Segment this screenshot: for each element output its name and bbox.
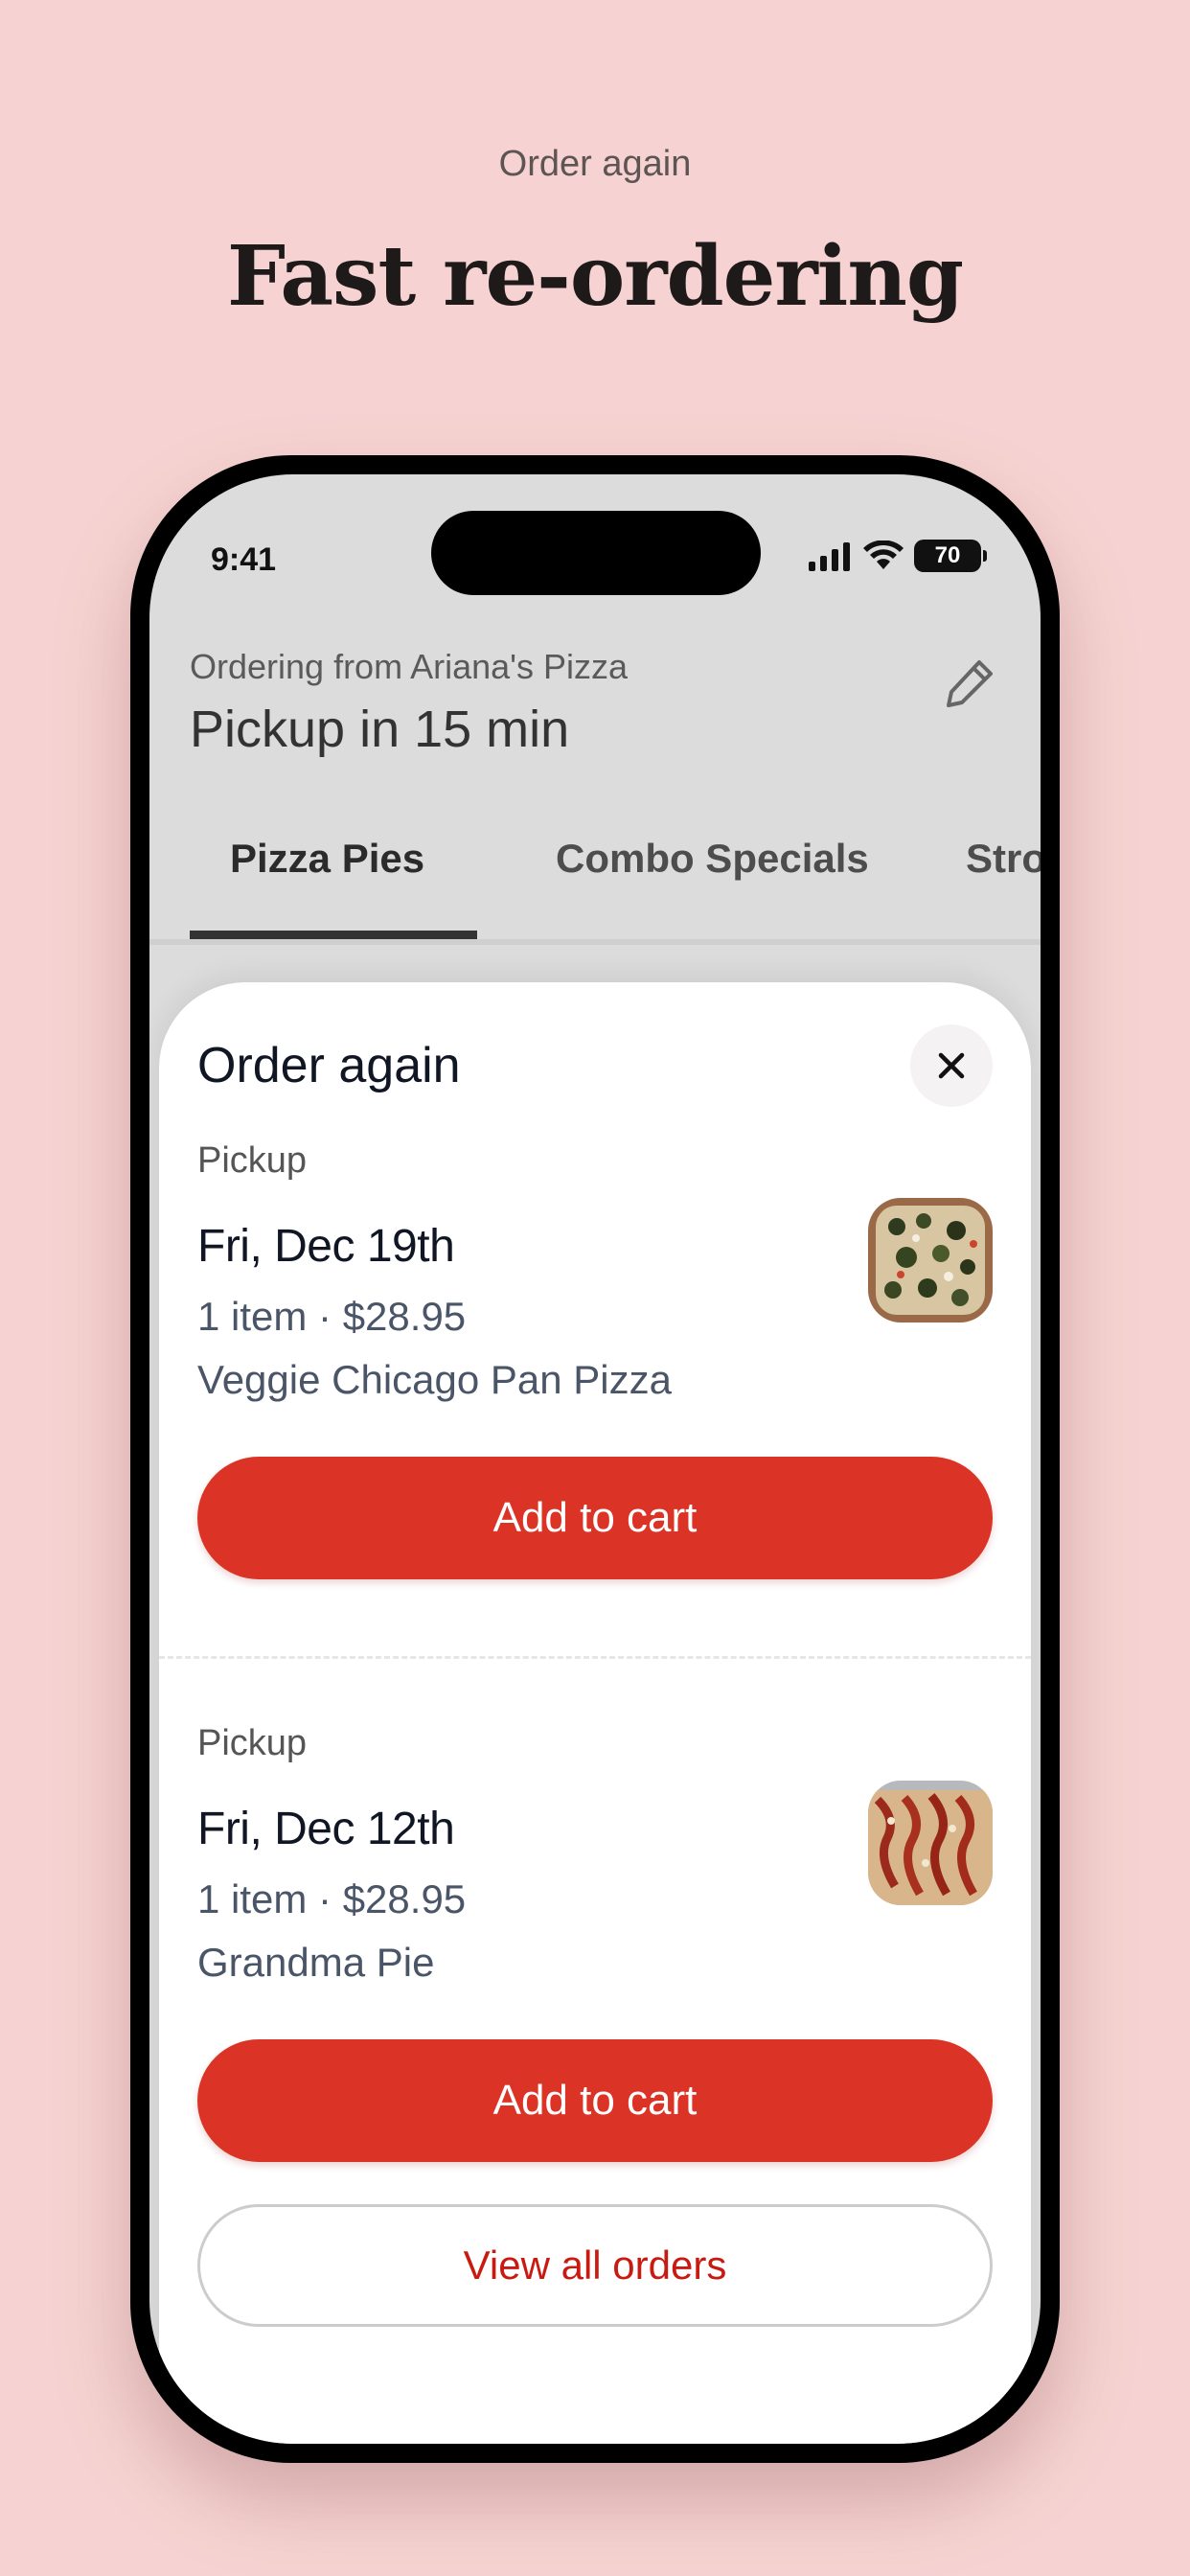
pizza-thumbnail	[868, 1198, 993, 1322]
status-time: 9:41	[211, 541, 277, 578]
dynamic-island	[431, 511, 761, 595]
category-tabs: Pizza Pies Combo Specials Strom	[190, 819, 1041, 934]
status-icons: 70	[807, 540, 987, 572]
phone-screen: 9:41 70 Ordering from Ariana's Pizza Pic…	[149, 474, 1041, 2444]
promo-page: Order again Fast re-ordering 9:41 70 Ord…	[0, 0, 1190, 2576]
close-button[interactable]	[910, 1024, 993, 1107]
add-to-cart-button[interactable]: Add to cart	[197, 1457, 993, 1579]
tab-combo-specials[interactable]: Combo Specials	[556, 819, 869, 934]
tabs-divider	[149, 939, 1041, 945]
signal-icon	[809, 542, 850, 571]
order-date: Fri, Dec 19th	[197, 1221, 455, 1272]
pencil-icon[interactable]	[941, 655, 998, 712]
order-type: Pickup	[197, 1723, 308, 1763]
promo-eyebrow: Order again	[498, 144, 692, 184]
order-item-name: Grandma Pie	[197, 1940, 435, 1985]
phone-frame: 9:41 70 Ordering from Ariana's Pizza Pic…	[130, 455, 1060, 2463]
battery-icon: 70	[914, 540, 987, 572]
promo-headline: Fast re-ordering	[226, 228, 964, 325]
order-type: Pickup	[197, 1140, 308, 1181]
battery-level: 70	[934, 542, 961, 568]
view-all-orders-button[interactable]: View all orders	[197, 2204, 993, 2327]
pickup-time-title: Pickup in 15 min	[190, 701, 570, 758]
order-date: Fri, Dec 12th	[197, 1804, 455, 1854]
order-summary: 1 item · $28.95	[197, 1294, 467, 1339]
add-to-cart-button[interactable]: Add to cart	[197, 2039, 993, 2162]
order-item-name: Veggie Chicago Pan Pizza	[197, 1357, 672, 1402]
order-again-sheet: Order again Pickup Fri, Dec 19th 1 item …	[159, 982, 1031, 2444]
pizza-thumbnail	[868, 1781, 993, 1905]
order-summary: 1 item · $28.95	[197, 1876, 467, 1921]
ordering-from: Ordering from Ariana's Pizza	[190, 647, 629, 686]
tab-strom[interactable]: Strom	[966, 819, 1041, 934]
wifi-icon	[863, 540, 904, 569]
order-divider	[159, 1656, 1031, 1659]
close-icon	[938, 1052, 965, 1079]
sheet-title: Order again	[197, 1038, 461, 1093]
tab-pizza-pies[interactable]: Pizza Pies	[230, 819, 424, 934]
active-tab-indicator	[190, 931, 477, 939]
